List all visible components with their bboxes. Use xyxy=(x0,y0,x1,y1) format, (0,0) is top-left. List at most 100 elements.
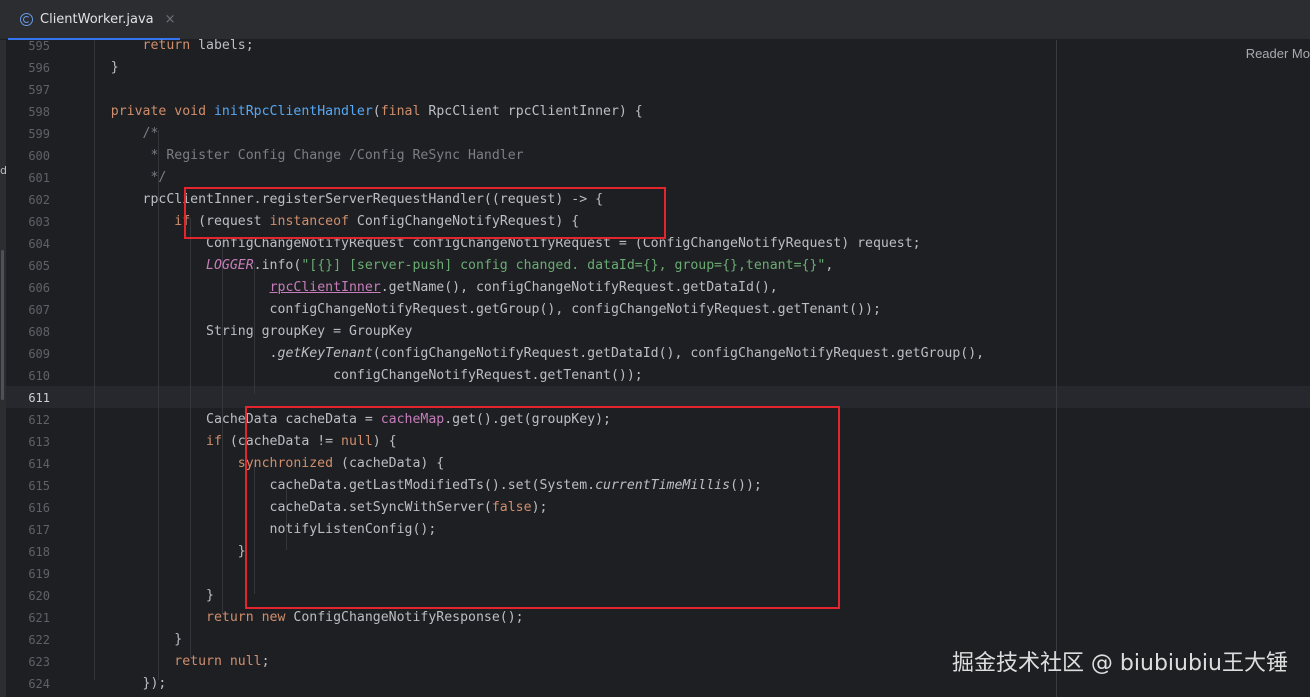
code-line[interactable]: 606 rpcClientInner.getName(), configChan… xyxy=(6,277,777,299)
tab-clientworker-java[interactable]: ClientWorker.java × xyxy=(8,0,180,40)
line-number: 600 xyxy=(28,149,50,163)
code-token: .getName(), configChangeNotifyRequest.ge… xyxy=(380,280,778,295)
line-number: 598 xyxy=(28,105,50,119)
line-number: 607 xyxy=(28,303,50,317)
code-text: rpcClientInner.getName(), configChangeNo… xyxy=(79,277,778,299)
code-token: configChangeNotifyRequest.getTenant()); xyxy=(79,368,643,383)
code-line[interactable]: 597 xyxy=(6,79,50,101)
code-token: .info( xyxy=(253,258,302,273)
code-text: } xyxy=(79,541,246,563)
code-text: String groupKey = GroupKey xyxy=(79,321,412,343)
code-editor[interactable]: Reader Mo 595 return labels; 596 } 597 598 … xyxy=(6,38,1310,697)
line-number: 621 xyxy=(28,611,50,625)
code-line[interactable]: 624 }); xyxy=(6,673,166,695)
line-number: 601 xyxy=(28,171,50,185)
code-line[interactable]: 620 } xyxy=(6,585,214,607)
line-number: 608 xyxy=(28,325,50,339)
annotation-box-handler xyxy=(184,187,666,239)
code-text: /* xyxy=(79,123,159,145)
reader-mode-button[interactable]: Reader Mo xyxy=(1246,46,1310,61)
code-line[interactable]: 598 private void initRpcClientHandler(fi… xyxy=(6,101,642,123)
code-token: private void xyxy=(79,104,214,119)
code-token: (configChangeNotifyRequest.getDataId(), … xyxy=(372,346,985,361)
code-line[interactable]: 604 ConfigChangeNotifyRequest configChan… xyxy=(6,233,920,255)
tab-filename: ClientWorker.java xyxy=(40,11,154,27)
line-number: 616 xyxy=(28,501,50,515)
code-line[interactable]: 610 configChangeNotifyRequest.getTenant(… xyxy=(6,365,642,387)
code-line[interactable]: 605 LOGGER.info("[{}] [server-push] conf… xyxy=(6,255,833,277)
line-number: 620 xyxy=(28,589,50,603)
code-text: } xyxy=(79,585,214,607)
code-token: labels; xyxy=(198,38,254,53)
code-line[interactable]: 599 /* xyxy=(6,123,158,145)
code-text: }); xyxy=(79,673,167,695)
code-line[interactable]: 617 notifyListenConfig(); xyxy=(6,519,436,541)
code-line[interactable]: 614 synchronized (cacheData) { xyxy=(6,453,444,475)
code-line[interactable]: 596 } xyxy=(6,57,118,79)
code-token: if xyxy=(79,214,199,229)
code-line[interactable]: 600 * Register Config Change /Config ReS… xyxy=(6,145,523,167)
current-line-highlight xyxy=(6,386,1310,408)
code-line[interactable]: 622 } xyxy=(6,629,182,651)
line-number: 610 xyxy=(28,369,50,383)
code-line[interactable]: 615 cacheData.getLastModifiedTs().set(Sy… xyxy=(6,475,762,497)
code-line[interactable]: 609 .getKeyTenant(configChangeNotifyRequ… xyxy=(6,343,984,365)
left-scroll-thumb[interactable] xyxy=(1,250,4,400)
line-number: 611 xyxy=(28,391,50,405)
line-number: 605 xyxy=(28,259,50,273)
code-line[interactable]: 607 configChangeNotifyRequest.getGroup()… xyxy=(6,299,881,321)
code-text: configChangeNotifyRequest.getGroup(), co… xyxy=(79,299,881,321)
line-number: 606 xyxy=(28,281,50,295)
line-number: 609 xyxy=(28,347,50,361)
code-token: initRpcClientHandler xyxy=(213,104,373,119)
line-number: 619 xyxy=(28,567,50,581)
code-line[interactable]: 623 return null; xyxy=(6,651,269,673)
code-token: } xyxy=(79,588,214,603)
code-text: private void initRpcClientHandler(final … xyxy=(79,101,643,123)
line-number: 599 xyxy=(28,127,50,141)
code-token: ConfigChangeNotifyResponse(); xyxy=(293,610,524,625)
code-line[interactable]: 618 } xyxy=(6,541,245,563)
code-token: , xyxy=(825,258,834,273)
code-token: final xyxy=(380,104,429,119)
code-text: return new ConfigChangeNotifyResponse(); xyxy=(79,607,524,629)
code-token: getKeyTenant xyxy=(277,346,373,361)
code-text: configChangeNotifyRequest.getTenant()); xyxy=(79,365,643,387)
java-class-icon xyxy=(20,12,33,26)
line-number: 604 xyxy=(28,237,50,251)
code-text: } xyxy=(79,629,182,651)
code-text: LOGGER.info("[{}] [server-push] config c… xyxy=(79,255,833,277)
code-text: } xyxy=(79,57,119,79)
editor-tab-bar: ClientWorker.java × xyxy=(0,0,1310,40)
line-number: 615 xyxy=(28,479,50,493)
code-token: String groupKey = GroupKey xyxy=(79,324,413,339)
code-line[interactable]: 603 if (request instanceof ConfigChangeN… xyxy=(6,211,579,233)
line-number: 596 xyxy=(28,61,50,75)
line-number: 624 xyxy=(28,677,50,691)
code-token: } xyxy=(79,544,246,559)
code-token: . xyxy=(79,346,278,361)
line-number: 602 xyxy=(28,193,50,207)
code-line[interactable]: 621 return new ConfigChangeNotifyRespons… xyxy=(6,607,523,629)
code-token: } xyxy=(79,632,183,647)
code-line[interactable]: 601 */ xyxy=(6,167,166,189)
close-tab-icon[interactable]: × xyxy=(165,12,176,27)
code-line[interactable]: 611 xyxy=(6,387,50,409)
annotation-box-cache-sync xyxy=(245,406,840,609)
line-number: 622 xyxy=(28,633,50,647)
code-text: return labels; xyxy=(79,35,254,57)
code-line[interactable]: 612 CacheData cacheData = cacheMap.get()… xyxy=(6,409,611,431)
code-line[interactable]: 608 String groupKey = GroupKey xyxy=(6,321,412,343)
code-line[interactable]: 602 rpcClientInner.registerServerRequest… xyxy=(6,189,603,211)
line-number: 623 xyxy=(28,655,50,669)
code-line[interactable]: 595 return labels; xyxy=(6,35,253,57)
code-text: return null; xyxy=(79,651,270,673)
code-line[interactable]: 619 xyxy=(6,563,50,585)
code-token: /* xyxy=(79,126,159,141)
code-line[interactable]: 616 cacheData.setSyncWithServer(false); xyxy=(6,497,547,519)
code-token: */ xyxy=(79,170,167,185)
code-token: LOGGER xyxy=(79,258,254,273)
code-token: ; xyxy=(261,654,270,669)
code-line[interactable]: 613 if (cacheData != null) { xyxy=(6,431,396,453)
